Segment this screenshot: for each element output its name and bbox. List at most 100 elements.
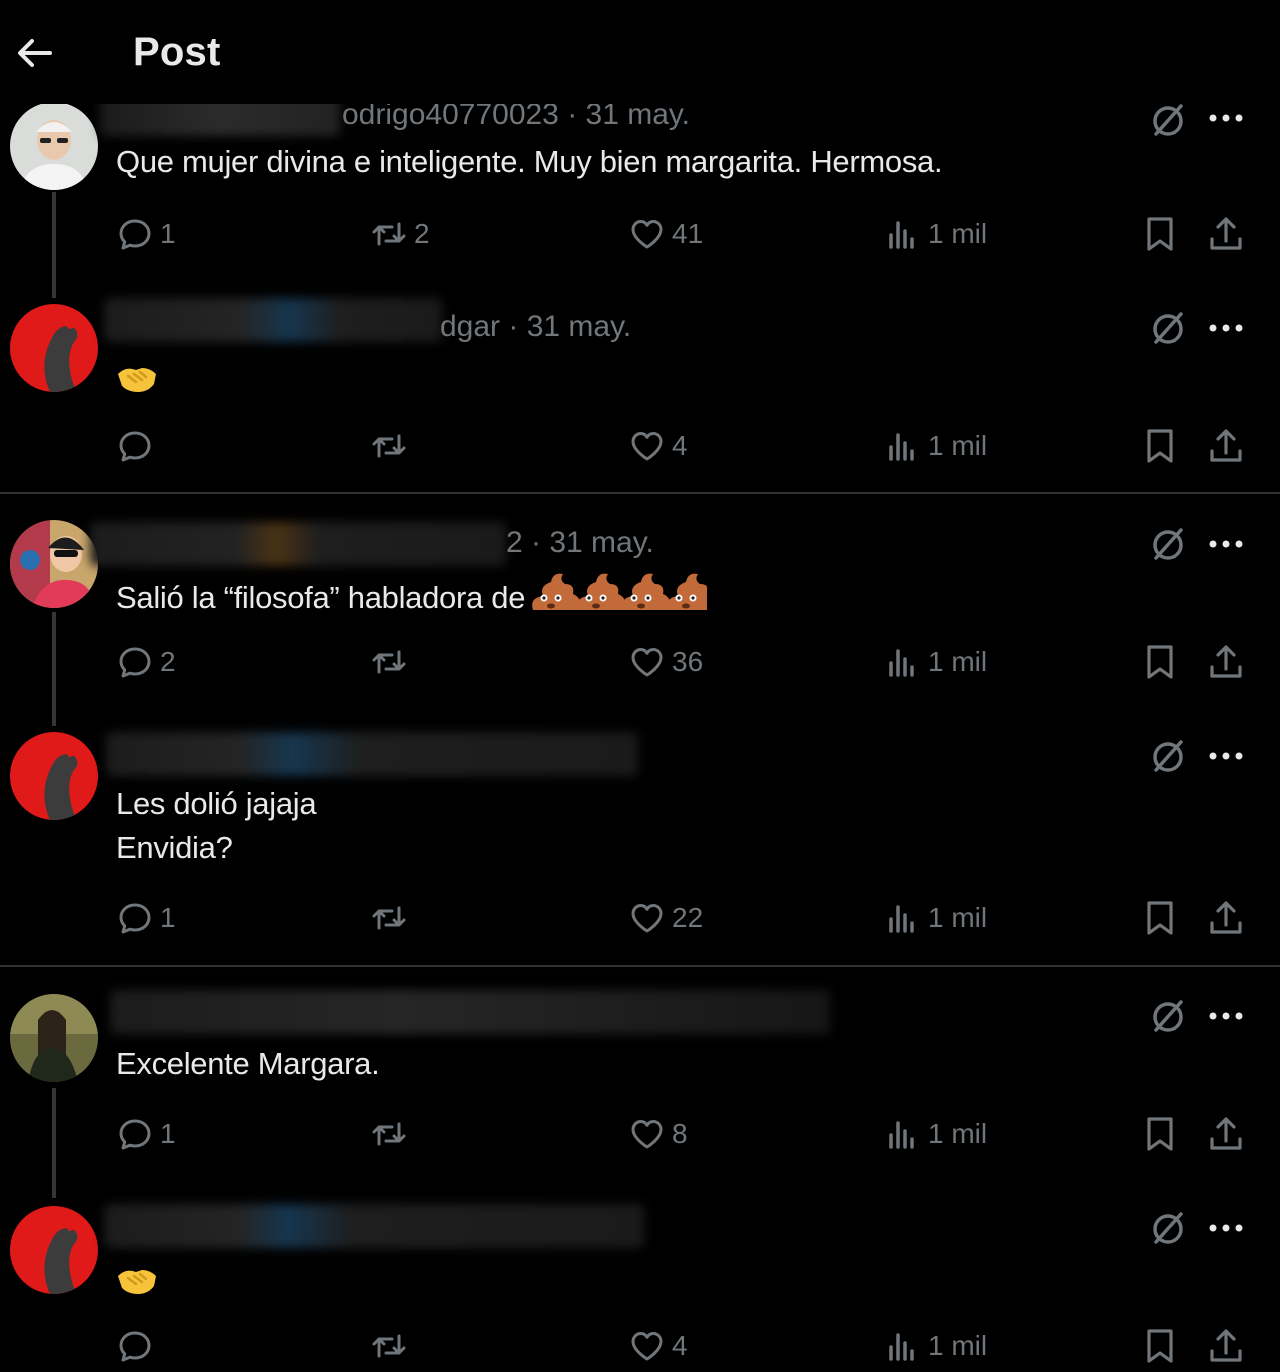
bookmark-icon[interactable] xyxy=(1140,642,1180,682)
bookmark-icon[interactable] xyxy=(1140,1326,1180,1366)
reply-post[interactable]: 4 1 mil xyxy=(0,1198,1280,1372)
back-button[interactable] xyxy=(14,36,54,70)
bookmark-icon[interactable] xyxy=(1140,426,1180,466)
share-icon[interactable] xyxy=(1206,426,1246,466)
views-count: 1 mil xyxy=(928,1118,988,1149)
thread-line xyxy=(52,192,56,298)
reply-icon xyxy=(119,431,151,462)
reply-button[interactable] xyxy=(116,1326,160,1366)
grok-icon[interactable] xyxy=(1148,524,1188,564)
bookmark-icon[interactable] xyxy=(1140,1114,1180,1154)
display-name-blurred xyxy=(104,298,442,342)
share-icon[interactable] xyxy=(1206,1326,1246,1366)
reply-icon xyxy=(119,1331,151,1362)
avatar[interactable] xyxy=(10,1206,98,1294)
views-button[interactable]: 1 mil xyxy=(884,898,987,938)
more-options-icon[interactable] xyxy=(1208,322,1244,334)
analytics-icon xyxy=(889,649,914,677)
reply-post[interactable]: Excelente Margara. 1 8 1 mil xyxy=(0,988,1280,1198)
more-options-icon[interactable] xyxy=(1208,1222,1244,1234)
thread-divider xyxy=(0,965,1280,967)
heart-icon xyxy=(631,1120,663,1149)
page-title: Post xyxy=(133,30,221,74)
reply-button[interactable]: 1 xyxy=(116,214,176,254)
reply-button[interactable]: 2 xyxy=(116,642,176,682)
grok-icon[interactable] xyxy=(1148,100,1188,140)
avatar[interactable] xyxy=(10,304,98,392)
bookmark-icon[interactable] xyxy=(1140,214,1180,254)
repost-button[interactable] xyxy=(370,426,414,466)
reply-post[interactable]: Les dolió jajaja Envidia? 1 22 1 mil xyxy=(0,726,1280,964)
more-options-icon[interactable] xyxy=(1208,538,1244,550)
repost-button[interactable] xyxy=(370,642,414,682)
display-name-blurred xyxy=(106,732,638,776)
views-button[interactable]: 1 mil xyxy=(884,642,987,682)
like-count: 41 xyxy=(672,218,704,249)
repost-icon xyxy=(372,222,406,246)
like-button[interactable]: 8 xyxy=(628,1114,688,1154)
avatar[interactable] xyxy=(10,102,98,190)
reply-button[interactable]: 1 xyxy=(116,898,176,938)
heart-icon xyxy=(631,904,663,933)
post-text-content: Salió la “filosofa” habladora de xyxy=(116,580,526,615)
reply-icon xyxy=(119,647,151,678)
like-count: 22 xyxy=(672,902,704,933)
reply-post[interactable]: 2 · 31 may. Salió la “filosofa” hablador… xyxy=(0,516,1280,726)
reply-post[interactable]: dgar · 31 may. 4 1 mil xyxy=(0,298,1280,492)
views-button[interactable]: 1 mil xyxy=(884,1114,987,1154)
like-button[interactable]: 4 xyxy=(628,426,688,466)
repost-button[interactable]: 2 xyxy=(370,214,430,254)
heart-icon xyxy=(631,1332,663,1361)
analytics-icon xyxy=(889,1333,914,1361)
views-count: 1 mil xyxy=(928,218,988,249)
more-options-icon[interactable] xyxy=(1208,1010,1244,1022)
share-icon[interactable] xyxy=(1206,898,1246,938)
grok-icon[interactable] xyxy=(1148,1208,1188,1248)
repost-button[interactable] xyxy=(370,1114,414,1154)
grok-icon[interactable] xyxy=(1148,308,1188,348)
reply-post[interactable]: odrigo40770023 · 31 may. Que mujer divin… xyxy=(0,92,1280,300)
grok-icon[interactable] xyxy=(1148,736,1188,776)
views-button[interactable]: 1 mil xyxy=(884,214,987,254)
share-icon[interactable] xyxy=(1206,1114,1246,1154)
reply-count: 1 xyxy=(160,218,176,249)
views-button[interactable]: 1 mil xyxy=(884,426,987,466)
pile-of-poo-emoji-row xyxy=(532,573,708,610)
more-options-icon[interactable] xyxy=(1208,112,1244,124)
bookmark-icon[interactable] xyxy=(1140,898,1180,938)
like-button[interactable]: 41 xyxy=(628,214,703,254)
like-button[interactable]: 4 xyxy=(628,1326,688,1366)
grok-icon[interactable] xyxy=(1148,996,1188,1036)
share-icon[interactable] xyxy=(1206,214,1246,254)
repost-icon xyxy=(372,906,406,930)
views-count: 1 mil xyxy=(928,902,988,933)
reply-icon xyxy=(119,219,151,250)
more-options-icon[interactable] xyxy=(1208,750,1244,762)
avatar[interactable] xyxy=(10,732,98,820)
reply-button[interactable]: 1 xyxy=(116,1114,176,1154)
like-count: 4 xyxy=(672,1330,688,1361)
repost-button[interactable] xyxy=(370,1326,414,1366)
repost-button[interactable] xyxy=(370,898,414,938)
post-text: Que mujer divina e inteligente. Muy bien… xyxy=(116,144,943,179)
handle-and-date: 2 · 31 may. xyxy=(506,526,654,559)
reply-button[interactable] xyxy=(116,426,160,466)
like-button[interactable]: 22 xyxy=(628,898,703,938)
post-text: Les dolió jajaja Envidia? xyxy=(116,786,317,865)
avatar[interactable] xyxy=(10,520,98,608)
repost-icon xyxy=(372,1334,406,1358)
handshake-emoji xyxy=(118,1270,156,1294)
views-button[interactable]: 1 mil xyxy=(884,1326,987,1366)
share-icon[interactable] xyxy=(1206,642,1246,682)
analytics-icon xyxy=(889,433,914,461)
handshake-emoji xyxy=(118,368,156,392)
handle-and-date: dgar · 31 may. xyxy=(440,310,632,343)
thread-line xyxy=(52,612,56,726)
avatar[interactable] xyxy=(10,994,98,1082)
views-count: 1 mil xyxy=(928,646,988,677)
repost-icon xyxy=(372,1122,406,1146)
like-button[interactable]: 36 xyxy=(628,642,703,682)
thread-divider xyxy=(0,492,1280,494)
repost-icon xyxy=(372,434,406,458)
views-count: 1 mil xyxy=(928,430,988,461)
